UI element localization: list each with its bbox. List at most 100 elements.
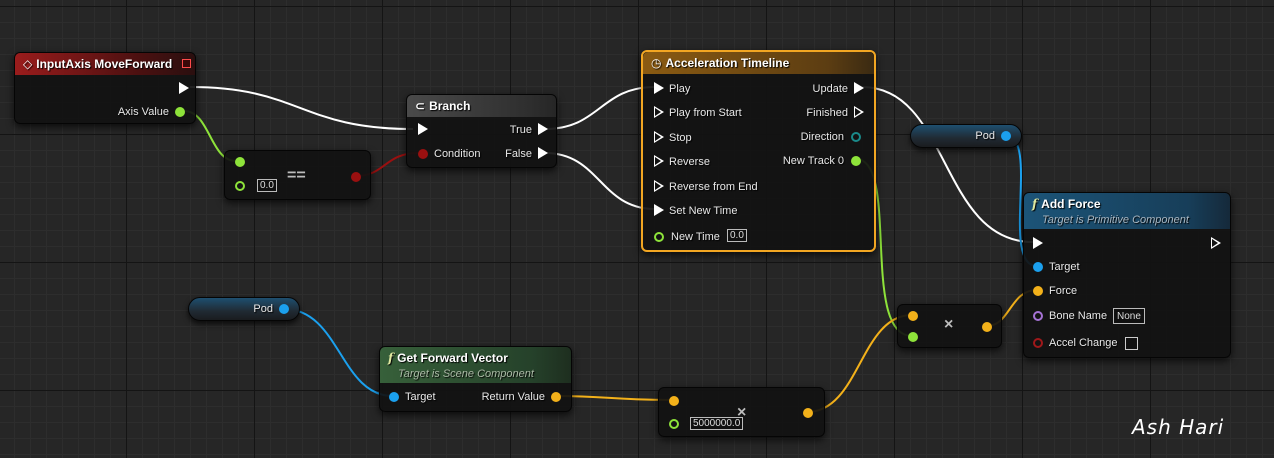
equals-operator: == <box>287 167 306 184</box>
timeline-new-time-field[interactable]: 0.0 <box>727 229 747 242</box>
add-force-accel-change-checkbox[interactable] <box>1125 337 1138 350</box>
add-force-bone-name-pin[interactable] <box>1033 311 1043 321</box>
get-forward-subtitle: Target is Scene Component <box>398 368 534 380</box>
watermark-signature: Ash Hari <box>1132 415 1225 439</box>
timeline-new-track-label: New Track 0 <box>782 155 844 167</box>
branch-header[interactable]: ⊂ Branch <box>407 95 556 117</box>
input-axis-title: InputAxis MoveForward <box>36 57 173 71</box>
timeline-set-new-time-label: Set New Time <box>669 205 738 217</box>
branch-true-label: True <box>509 124 532 136</box>
timeline-stop-exec[interactable] <box>654 131 664 143</box>
multiply-float-node[interactable]: 5000000.0 × <box>658 387 825 437</box>
equals-input-a-pin[interactable] <box>235 157 245 167</box>
branch-condition-label: Condition <box>434 148 481 160</box>
exec-wire-true-to-play <box>544 86 656 130</box>
branch-icon: ⊂ <box>415 99 426 113</box>
multiply-vector-output-pin[interactable] <box>982 322 992 332</box>
get-forward-return-label: Return Value <box>481 391 545 403</box>
multiply-vector-operator: × <box>944 316 954 333</box>
multiply-vector-b-pin[interactable] <box>908 332 918 342</box>
add-force-accel-change-label: Accel Change <box>1049 337 1118 349</box>
timeline-title: Acceleration Timeline <box>665 56 790 70</box>
get-forward-header[interactable]: f Get Forward Vector Target is Scene Comp… <box>380 347 571 383</box>
branch-condition-pin[interactable] <box>418 149 428 159</box>
pod-variable-left[interactable]: Pod <box>188 297 300 321</box>
timeline-set-new-time-exec[interactable] <box>654 204 664 216</box>
multiply-float-vector-pin[interactable] <box>669 396 679 406</box>
branch-false-label: False <box>505 148 532 160</box>
vector-wire-forward-to-multiply <box>554 395 674 401</box>
pod-variable-top[interactable]: Pod <box>910 124 1022 148</box>
exec-wire-update-to-addforce <box>861 86 1034 243</box>
get-forward-target-label: Target <box>405 391 436 403</box>
timeline-play-exec[interactable] <box>654 82 664 94</box>
input-axis-node[interactable]: ◇ InputAxis MoveForward Axis Value <box>14 52 196 124</box>
branch-title: Branch <box>429 99 471 113</box>
equals-value-field[interactable]: 0.0 <box>257 179 277 192</box>
timeline-play-from-start-label: Play from Start <box>669 107 742 119</box>
timeline-new-time-pin[interactable] <box>654 232 664 242</box>
acceleration-timeline-node[interactable]: ◷ Acceleration Timeline Play Play from St… <box>641 50 876 252</box>
object-wire-pod-to-forward <box>283 308 394 397</box>
add-force-header[interactable]: f Add Force Target is Primitive Component <box>1024 193 1230 229</box>
timeline-reverse-from-end-label: Reverse from End <box>669 181 758 193</box>
add-force-force-pin[interactable] <box>1033 286 1043 296</box>
exec-wire-false-to-setnewtime <box>544 152 656 210</box>
multiply-vector-node[interactable]: × <box>897 304 1002 348</box>
timeline-play-from-start-exec[interactable] <box>654 106 664 118</box>
timeline-new-time-label: New Time <box>671 231 720 243</box>
add-force-bone-name-field[interactable]: None <box>1113 308 1145 324</box>
event-diamond-icon: ◇ <box>23 57 33 71</box>
multiply-float-value-field[interactable]: 5000000.0 <box>690 417 744 430</box>
axis-value-pin[interactable] <box>175 107 185 117</box>
add-force-accel-change-pin[interactable] <box>1033 338 1043 348</box>
add-force-node[interactable]: f Add Force Target is Primitive Component… <box>1023 192 1231 358</box>
branch-exec-in[interactable] <box>418 123 428 135</box>
function-icon: f <box>1032 197 1038 211</box>
timeline-finished-label: Finished <box>806 107 848 119</box>
multiply-vector-a-pin[interactable] <box>908 311 918 321</box>
add-force-target-pin[interactable] <box>1033 262 1043 272</box>
timeline-direction-pin[interactable] <box>851 132 861 142</box>
add-force-subtitle: Target is Primitive Component <box>1042 214 1189 226</box>
equals-node[interactable]: 0.0 == <box>224 150 371 200</box>
timeline-finished-exec[interactable] <box>854 106 864 118</box>
exec-wire-input-to-branch <box>189 86 414 130</box>
pod-variable-top-label: Pod <box>975 130 995 142</box>
timeline-direction-label: Direction <box>800 131 844 143</box>
equals-input-b-pin[interactable] <box>235 181 245 191</box>
add-force-bone-name-label: Bone Name <box>1049 310 1108 322</box>
input-axis-header[interactable]: ◇ InputAxis MoveForward <box>15 53 195 75</box>
timeline-play-label: Play <box>669 83 691 95</box>
get-forward-target-pin[interactable] <box>389 392 399 402</box>
equals-output-pin[interactable] <box>351 172 361 182</box>
add-force-exec-out[interactable] <box>1211 237 1221 249</box>
multiply-float-operator: × <box>737 404 747 421</box>
timeline-update-exec[interactable] <box>854 82 864 94</box>
timeline-reverse-exec[interactable] <box>654 155 664 167</box>
branch-true-exec[interactable] <box>538 123 548 135</box>
timeline-stop-label: Stop <box>669 132 692 144</box>
pod-variable-left-label: Pod <box>253 303 273 315</box>
pod-variable-top-pin[interactable] <box>1001 131 1011 141</box>
add-force-title: Add Force <box>1041 197 1101 211</box>
stop-square-icon <box>182 59 191 68</box>
get-forward-return-pin[interactable] <box>551 392 561 402</box>
timeline-clock-icon: ◷ <box>651 56 662 70</box>
add-force-force-label: Force <box>1049 285 1078 297</box>
branch-node[interactable]: ⊂ Branch Condition True False <box>406 94 557 168</box>
add-force-exec-in[interactable] <box>1033 237 1043 249</box>
multiply-float-scalar-pin[interactable] <box>669 419 679 429</box>
timeline-reverse-from-end-exec[interactable] <box>654 180 664 192</box>
timeline-reverse-label: Reverse <box>669 156 710 168</box>
get-forward-vector-node[interactable]: f Get Forward Vector Target is Scene Comp… <box>379 346 572 412</box>
input-axis-exec-out[interactable] <box>179 82 189 94</box>
multiply-float-output-pin[interactable] <box>803 408 813 418</box>
get-forward-title: Get Forward Vector <box>397 351 508 365</box>
add-force-target-label: Target <box>1049 261 1080 273</box>
branch-false-exec[interactable] <box>538 147 548 159</box>
timeline-header[interactable]: ◷ Acceleration Timeline <box>643 52 874 74</box>
timeline-update-label: Update <box>812 83 848 95</box>
timeline-new-track-pin[interactable] <box>851 156 861 166</box>
pod-variable-left-pin[interactable] <box>279 304 289 314</box>
